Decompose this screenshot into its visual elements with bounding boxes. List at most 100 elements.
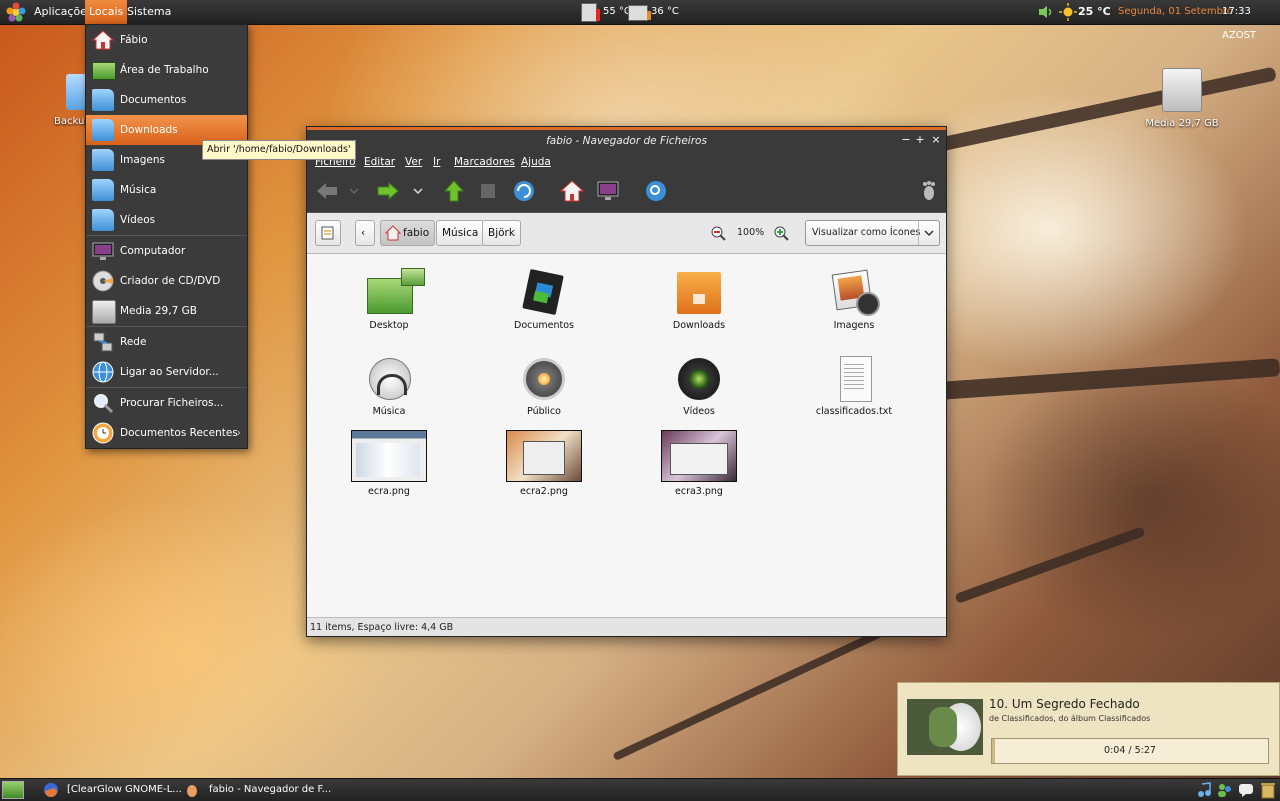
clock[interactable]: 17:33 AZOST (1222, 0, 1280, 41)
folder-icon (92, 119, 114, 141)
reload-icon[interactable] (511, 178, 537, 204)
menu-item-label: Documentos Recentes (120, 427, 238, 439)
breadcrumb-bjork[interactable]: Björk (482, 220, 521, 246)
file-name: classificados.txt (815, 406, 893, 417)
network-icon (93, 332, 113, 352)
wallpaper-branch (612, 626, 888, 762)
show-desktop-icon[interactable] (2, 781, 24, 799)
menu-bookmarks[interactable]: Marcadores (454, 152, 515, 172)
places-item-documents[interactable]: Documentos (86, 85, 247, 115)
volume-icon[interactable] (1038, 5, 1054, 19)
trash-icon[interactable] (1260, 781, 1276, 799)
file-item-ecra2[interactable]: ecra2.png (494, 430, 594, 497)
music-note-icon[interactable] (1196, 782, 1212, 798)
places-item-home[interactable]: Fábio (86, 25, 247, 55)
places-item-desktop[interactable]: Área de Trabalho (86, 55, 247, 85)
taskbar-item-firefox[interactable]: [ClearGlow GNOME-L... (67, 781, 182, 799)
weather-temperature[interactable]: 25 °C (1078, 0, 1111, 24)
taskbar-item-file-manager[interactable]: fabio - Navegador de F... (209, 781, 331, 799)
places-item-recent-documents[interactable]: Documentos Recentes › (86, 418, 247, 448)
zoom-out-icon[interactable] (710, 225, 726, 241)
menu-item-label: Vídeos (120, 214, 156, 226)
text-file-icon (830, 354, 878, 402)
menu-item-label: Criador de CD/DVD (120, 275, 221, 287)
menubar: Ficheiro Editar Ver Ir Marcadores Ajuda (307, 152, 946, 172)
weather-sun-icon[interactable] (1059, 3, 1077, 21)
music-notification[interactable]: 10. Um Segredo Fechado de Classificados,… (897, 682, 1280, 776)
file-name: Imagens (833, 320, 875, 331)
stop-icon[interactable] (475, 178, 501, 204)
menu-edit[interactable]: Editar (364, 152, 395, 172)
places-item-videos[interactable]: Vídeos (86, 205, 247, 235)
submenu-arrow-icon: › (236, 427, 241, 439)
playback-progress[interactable]: 0:04 / 5:27 (991, 738, 1269, 764)
file-item-desktop[interactable]: Desktop (339, 268, 439, 331)
minimize-icon[interactable]: − (899, 132, 913, 148)
maximize-icon[interactable]: + (913, 132, 927, 148)
system-menu[interactable]: Sistema (123, 0, 175, 24)
song-subtitle: de Classificados, do álbum Classificados (989, 714, 1151, 723)
search-icon[interactable] (643, 178, 669, 204)
places-item-network[interactable]: Rede (86, 327, 247, 357)
view-mode-select[interactable]: Visualizar como Ícones (805, 220, 940, 246)
messenger-icon[interactable] (1216, 781, 1234, 799)
bottom-panel: [ClearGlow GNOME-L... fabio - Navegador … (0, 778, 1280, 801)
recent-clock-icon (92, 422, 114, 444)
file-item-publico[interactable]: Público (494, 354, 594, 417)
file-item-downloads[interactable]: Downloads (649, 268, 749, 331)
file-item-classificados[interactable]: classificados.txt (804, 354, 904, 417)
breadcrumb-label: Björk (488, 227, 515, 239)
home-icon (385, 225, 401, 241)
menu-help[interactable]: Ajuda (521, 152, 551, 172)
places-menu-button[interactable]: Locais (85, 0, 128, 24)
file-item-imagens[interactable]: Imagens (804, 268, 904, 331)
forward-dropdown-icon[interactable] (411, 178, 425, 204)
file-item-videos[interactable]: Vídeos (649, 354, 749, 417)
menu-item-label: Música (120, 184, 157, 196)
breadcrumb-musica[interactable]: Música (436, 220, 485, 246)
file-name: Desktop (369, 320, 409, 331)
file-item-ecra3[interactable]: ecra3.png (649, 430, 749, 497)
date-label[interactable]: Segunda, 01 Setembro (1118, 0, 1233, 24)
forward-arrow-icon[interactable] (375, 178, 401, 204)
folder-icon (92, 209, 114, 231)
edit-location-button[interactable] (315, 220, 341, 246)
desktop-icon-media[interactable]: Media 29,7 GB (1143, 68, 1221, 129)
menu-go[interactable]: Ir (433, 152, 440, 172)
file-item-ecra[interactable]: ecra.png (339, 430, 439, 497)
breadcrumb-fabio[interactable]: fabio (380, 220, 436, 246)
places-item-search-files[interactable]: Procurar Ficheiros... (86, 388, 247, 418)
up-arrow-icon[interactable] (441, 178, 467, 204)
back-dropdown-icon[interactable] (347, 178, 361, 204)
image-thumbnail (661, 430, 737, 482)
close-icon[interactable]: × (929, 132, 943, 148)
places-item-media-drive[interactable]: Media 29,7 GB (86, 296, 247, 326)
hdd-icon (628, 5, 651, 21)
cpu-temperature: 55 °C (603, 6, 631, 17)
breadcrumb-left-button[interactable]: ‹ (355, 220, 375, 246)
menu-item-label: Documentos (120, 94, 187, 106)
menu-view[interactable]: Ver (405, 152, 422, 172)
menu-item-label: Downloads (120, 124, 178, 136)
zoom-level[interactable]: 100% (737, 213, 764, 253)
window-title: fabio - Navegador de Ficheiros (546, 135, 707, 147)
computer-icon[interactable] (595, 178, 621, 204)
drive-icon (92, 300, 116, 324)
places-item-cd-creator[interactable]: Criador de CD/DVD (86, 266, 247, 296)
chevron-down-icon (918, 221, 939, 245)
window-titlebar[interactable]: fabio - Navegador de Ficheiros − + × (307, 127, 946, 152)
zoom-in-icon[interactable] (773, 225, 789, 241)
places-item-music[interactable]: Música (86, 175, 247, 205)
chat-icon[interactable] (1238, 782, 1254, 798)
file-name: ecra.png (368, 486, 410, 497)
file-item-documentos[interactable]: Documentos (494, 268, 594, 331)
home-icon[interactable] (559, 178, 585, 204)
gnome-logo-icon[interactable] (6, 2, 26, 22)
places-item-computer[interactable]: Computador (86, 236, 247, 266)
top-panel: Aplicações Locais Sistema 55 °C 36 °C 25… (0, 0, 1280, 41)
back-arrow-icon[interactable] (314, 178, 340, 204)
places-item-connect-server[interactable]: Ligar ao Servidor... (86, 357, 247, 387)
spinner-footprint-icon (923, 181, 935, 200)
file-item-musica[interactable]: Música (339, 354, 439, 417)
public-folder-icon (520, 354, 568, 402)
